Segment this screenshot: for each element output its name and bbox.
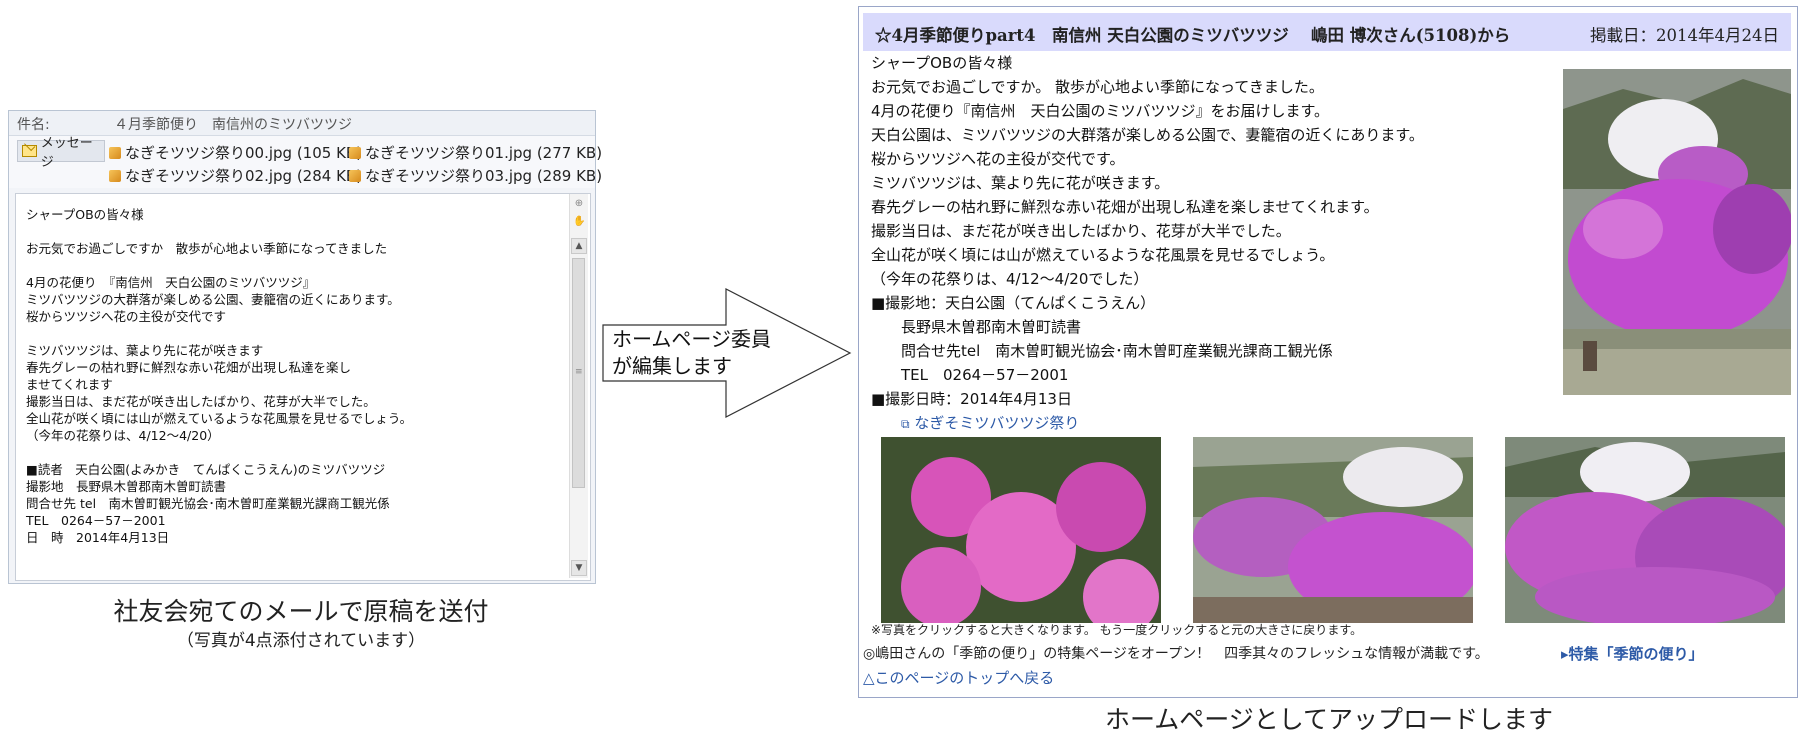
image-file-icon <box>349 169 361 182</box>
message-body-text: シャープOBの皆々様 お元気でお過ごしですか 散歩が心地よい季節になってきました… <box>26 207 413 545</box>
grip-icon: ≡ <box>575 367 583 377</box>
attachment-label: なぎそツツジ祭り03.jpg (289 KB) <box>365 167 603 185</box>
article-line-indent: 長野県木曽郡南木曽町読書 <box>901 318 1082 336</box>
photo-main[interactable] <box>1563 69 1791 395</box>
article-line: ミツバツツジは、葉より先に花が咲きます。 <box>871 174 1170 192</box>
scroll-down-arrow-icon[interactable]: ▼ <box>571 560 587 576</box>
envelope-icon <box>22 145 37 157</box>
scroll-up-arrow-icon[interactable]: ▲ <box>571 238 587 254</box>
web-header: ☆4月季節便りpart4 南信州 天白公園のミツバツツジ 嶋田 博次さん(510… <box>863 13 1791 51</box>
article-line-indent: 問合せ先tel 南木曽町観光協会･南木曽町産業観光課商工観光係 <box>901 342 1333 360</box>
article-line: シャープOBの皆々様 <box>871 54 1013 72</box>
article-line: 天白公園は、ミツバツツジの大群落が楽しめる公園で、妻籠宿の近くにあります。 <box>871 126 1424 144</box>
photo-field[interactable] <box>1193 437 1473 623</box>
vertical-scrollbar[interactable]: ⊕ ✋ ▲ ≡ ▼ <box>569 194 588 578</box>
message-body-pane[interactable]: シャープOBの皆々様 お元気でお過ごしですか 散歩が心地よい季節になってきました… <box>15 193 591 581</box>
hand-tool-icon[interactable]: ✋ <box>573 216 585 228</box>
article-line: 桜からツツジへ花の主役が交代です。 <box>871 150 1125 168</box>
article-line: 4月の花便り『南信州 天白公園のミツバツツジ』をお届けします。 <box>871 102 1330 120</box>
festival-link-label: なぎそミツバツツジ祭り <box>914 414 1080 432</box>
right-caption: ホームページとしてアップロードします <box>1104 705 1553 734</box>
article-date-line: ■撮影日時：2014年4月13日 <box>871 390 1072 408</box>
subject-value: ４月季節便り 南信州のミツバツツジ <box>114 117 352 133</box>
attachment-03[interactable]: なぎそツツジ祭り03.jpg (289 KB) <box>349 165 602 186</box>
arrow-label-line1: ホームページ委員 <box>612 327 771 351</box>
article-line: お元気でお過ごしですか。 散歩が心地よい季節になってきました。 <box>871 78 1324 96</box>
web-title: ☆4月季節便りpart4 南信州 天白公園のミツバツツジ 嶋田 博次さん(510… <box>875 26 1511 45</box>
attachment-label: なぎそツツジ祭り01.jpg (277 KB) <box>365 144 603 162</box>
article-line: 春先グレーの枯れ野に鮮烈な赤い花畑が出現し私達を楽しませてくれます。 <box>871 198 1379 216</box>
image-file-icon <box>109 169 121 182</box>
publish-date: 掲載日：2014年4月24日 <box>1590 26 1779 45</box>
attachment-01[interactable]: なぎそツツジ祭り01.jpg (277 KB) <box>349 142 602 163</box>
attachment-label: なぎそツツジ祭り02.jpg (284 KB) <box>125 167 363 185</box>
article-line-indent: TEL 0264－57－2001 <box>901 366 1069 384</box>
photo-hillside[interactable] <box>1505 437 1785 623</box>
photo-closeup[interactable] <box>881 437 1161 623</box>
back-to-top-link[interactable]: △このページのトップへ戻る <box>863 667 1054 688</box>
festival-link[interactable]: ⧉ なぎそミツバツツジ祭り <box>871 411 1424 436</box>
mail-window: 件名: ４月季節便り 南信州のミツバツツジ メッセージ なぎそツツジ祭り00.j… <box>8 110 602 584</box>
subject-label: 件名: <box>17 117 50 133</box>
arrow-label-line2: が編集します <box>612 354 732 378</box>
attachment-00[interactable]: なぎそツツジ祭り00.jpg (105 KB) <box>109 142 362 163</box>
web-article-text: シャープOBの皆々様 お元気でお過ごしですか。 散歩が心地よい季節になってきまし… <box>871 51 1424 436</box>
special-feature-link[interactable]: ▸特集「季節の便り」 <box>1561 643 1704 664</box>
left-subcaption: （写真が4点添付されています） <box>176 631 426 651</box>
promo-text: ◎嶋田さんの「季節の便り」の特集ページをオープン！ 四季其々のフレッシュな情報が… <box>863 646 1489 662</box>
article-line: 撮影当日は、まだ花が咲き出したばかり、花芽が大半でした。 <box>871 222 1291 240</box>
attachment-02[interactable]: なぎそツツジ祭り02.jpg (284 KB) <box>109 165 362 186</box>
link-tool-icon[interactable]: ⊕ <box>573 198 585 210</box>
image-file-icon <box>109 146 121 159</box>
article-line: （今年の花祭りは、4/12～4/20でした） <box>871 270 1149 288</box>
scroll-thumb[interactable]: ≡ <box>572 258 585 488</box>
image-file-icon <box>349 146 361 159</box>
message-tab[interactable]: メッセージ <box>17 136 105 170</box>
photo-note: ※写真をクリックすると大きくなります。 もう一度クリックすると元の大きさに戻りま… <box>871 623 1363 637</box>
external-link-icon: ⧉ <box>901 417 910 431</box>
message-tab-label: メッセージ <box>40 136 93 170</box>
attachments-area: メッセージ なぎそツツジ祭り00.jpg (105 KB) なぎそツツジ祭り01… <box>9 136 602 188</box>
article-line: ■撮影地：天白公園（てんぱくこうえん） <box>871 294 1156 312</box>
arrow-label: ホームページ委員 が編集します <box>612 326 771 380</box>
article-line: 全山花が咲く頃には山が燃えているような花風景を見せるでしょう。 <box>871 246 1335 264</box>
attachment-label: なぎそツツジ祭り00.jpg (105 KB) <box>125 144 363 162</box>
left-caption: 社友会宛てのメールで原稿を送付 <box>113 597 489 626</box>
web-page-frame: ☆4月季節便りpart4 南信州 天白公園のミツバツツジ 嶋田 博次さん(510… <box>858 6 1798 698</box>
